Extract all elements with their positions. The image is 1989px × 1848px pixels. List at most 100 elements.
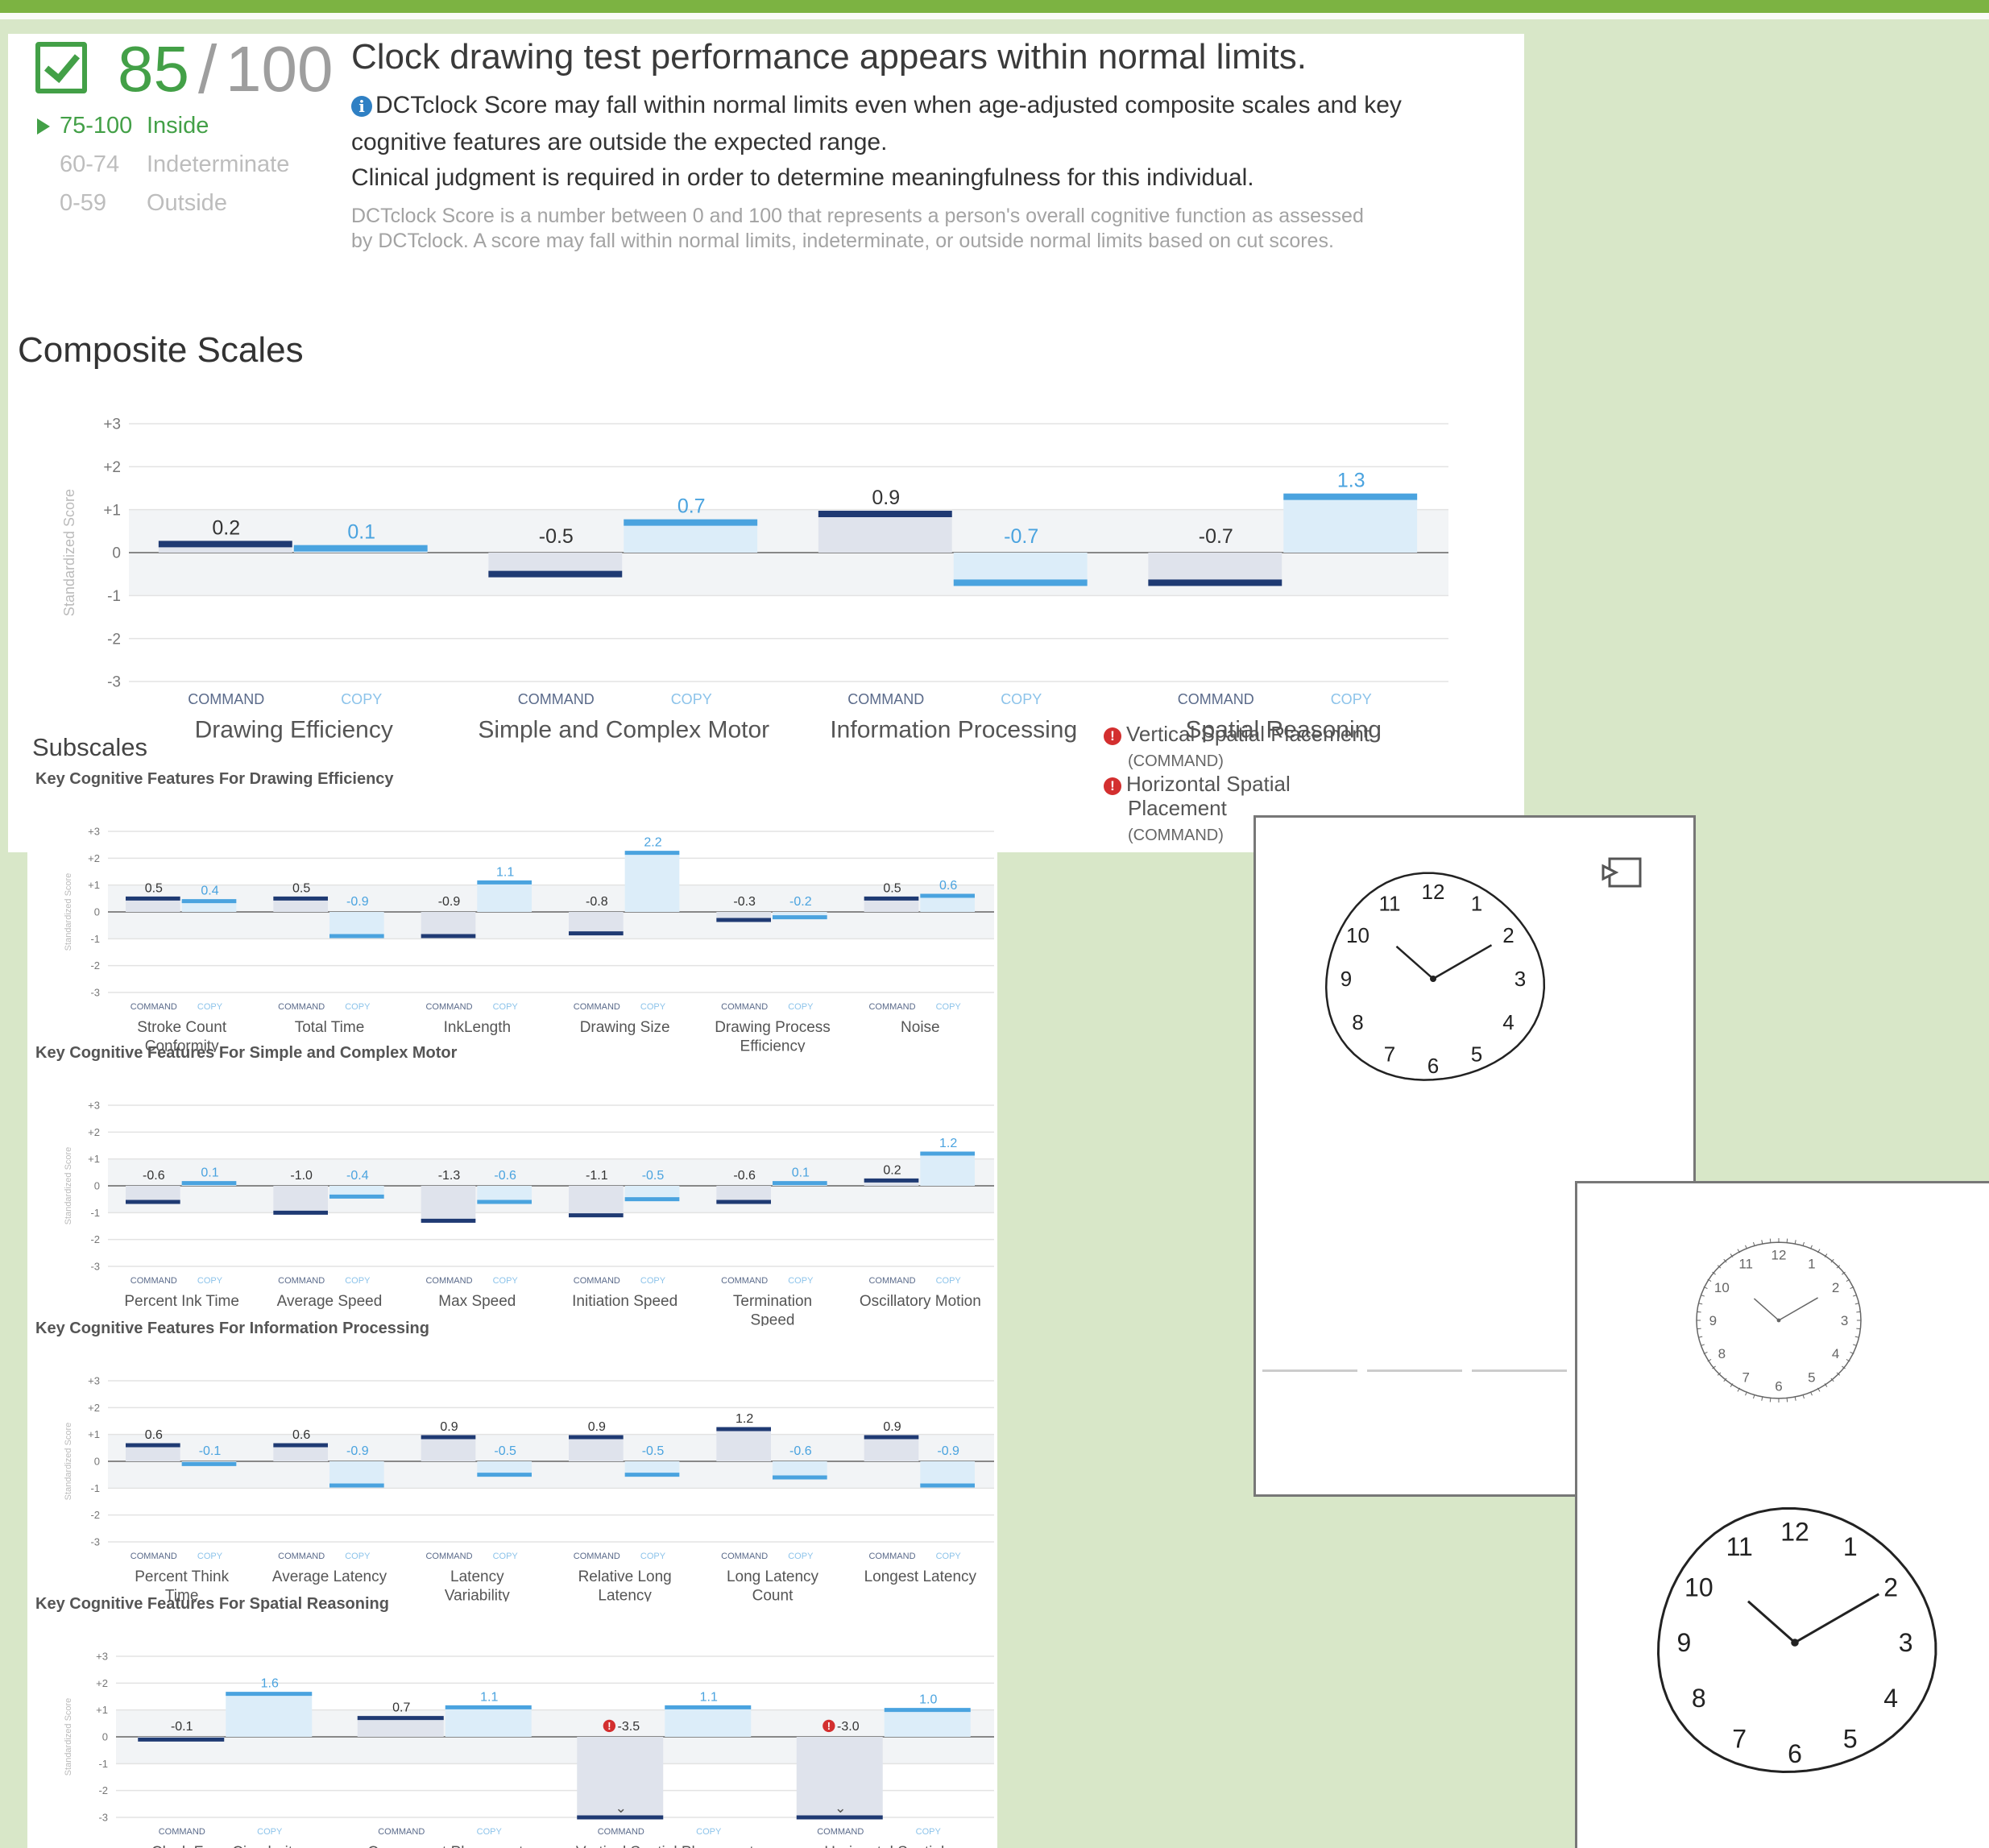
command-bar-fill <box>273 1186 328 1213</box>
command-series-label: COMMAND <box>721 1002 768 1012</box>
copy-value-label: -0.9 <box>937 1444 959 1458</box>
command-value-label: -0.8 <box>586 895 608 909</box>
category-label: Long Latency <box>727 1568 819 1585</box>
range-inside: 75-100 Inside <box>37 113 209 139</box>
category-label: Latency <box>450 1568 504 1585</box>
divider <box>1262 1369 1357 1372</box>
category-label: Speed <box>751 1312 795 1327</box>
category-label: Termination <box>733 1293 812 1310</box>
command-series-label: COMMAND <box>817 1827 864 1837</box>
copy-series-label: COPY <box>640 1002 666 1012</box>
divider <box>1367 1369 1462 1372</box>
composite-scales-title: Composite Scales <box>18 330 304 370</box>
clock-numeral: 11 <box>1738 1256 1753 1271</box>
category-label: Oscillatory Motion <box>860 1293 981 1310</box>
command-value-label: 0.6 <box>292 1428 310 1442</box>
clock-tick <box>1856 1311 1861 1313</box>
clock-numeral: 12 <box>1771 1247 1787 1262</box>
export-icon[interactable] <box>1602 856 1643 889</box>
command-bar-fill <box>421 1186 476 1221</box>
clock-numeral: 3 <box>1515 967 1526 991</box>
command-value-label: -1.0 <box>290 1169 313 1183</box>
y-tick-label: +2 <box>103 459 121 476</box>
y-tick-label: +2 <box>88 852 100 864</box>
clock-numeral: 1 <box>1843 1532 1858 1561</box>
command-value-label: 0.2 <box>212 516 240 539</box>
copy-series-label: COPY <box>1331 691 1372 707</box>
command-series-label: COMMAND <box>159 1827 205 1837</box>
command-bar-fill <box>126 898 180 912</box>
y-tick-label: +2 <box>88 1126 100 1138</box>
warning-icon: ! <box>1104 777 1121 795</box>
headline: Clock drawing test performance appears w… <box>351 37 1307 77</box>
command-value-label: -0.1 <box>171 1720 193 1734</box>
command-value-label: -3.0 <box>837 1720 860 1734</box>
category-label: Information Processing <box>830 717 1077 744</box>
command-bar-fill <box>818 514 952 553</box>
category-label: Total Time <box>295 1019 365 1036</box>
copy-value-label: 0.1 <box>792 1166 810 1180</box>
clock-numeral: 5 <box>1471 1042 1482 1067</box>
clock-numeral: 9 <box>1709 1313 1717 1328</box>
command-series-label: COMMAND <box>574 1276 620 1286</box>
y-tick-label: +3 <box>88 1375 100 1387</box>
copy-value-label: -0.5 <box>642 1444 665 1458</box>
command-series-label: COMMAND <box>131 1276 177 1286</box>
command-clock-drawing: 12 1234567891011 <box>1324 872 1546 1081</box>
note-line-3: Clinical judgment is required in order t… <box>351 164 1254 191</box>
copy-series-label: COPY <box>936 1552 962 1561</box>
y-tick-label: -3 <box>107 674 121 691</box>
command-bar-fill <box>569 1186 624 1216</box>
clock-numeral: 1 <box>1471 892 1482 916</box>
score-value: 85 <box>118 33 189 105</box>
y-tick-label: -2 <box>107 631 121 648</box>
command-bar-fill <box>126 1186 180 1202</box>
triangle-right-icon <box>37 118 50 135</box>
chevron-down-icon: ⌄ <box>835 1800 847 1816</box>
category-label: Average Latency <box>272 1568 387 1585</box>
copy-series-label: COPY <box>197 1552 223 1561</box>
y-tick-label: +1 <box>103 502 121 519</box>
command-value-label: 0.9 <box>883 1420 901 1434</box>
command-value-label: -0.9 <box>438 895 461 909</box>
command-value-label: 0.6 <box>145 1428 163 1442</box>
clock-center <box>1791 1639 1799 1647</box>
copy-bar-fill <box>329 912 384 936</box>
command-series-label: COMMAND <box>278 1552 325 1561</box>
y-tick-label: -3 <box>90 1261 100 1273</box>
command-bar-fill <box>273 1445 328 1461</box>
command-series-label: COMMAND <box>131 1552 177 1561</box>
clock-numeral: 6 <box>1428 1054 1439 1078</box>
y-tick-label: -1 <box>107 588 121 605</box>
clock-numeral: 7 <box>1742 1370 1749 1386</box>
copy-value-label: 1.1 <box>480 1690 498 1704</box>
copy-series-label: COPY <box>477 1827 503 1837</box>
copy-value-label: -0.1 <box>199 1444 222 1458</box>
category-label: Horizontal Spatial <box>824 1844 944 1848</box>
command-value-label: -1.1 <box>586 1169 608 1183</box>
clock-numeral: 10 <box>1714 1280 1730 1295</box>
y-tick-label: +1 <box>88 879 100 891</box>
kcf-title-drawing: Key Cognitive Features For Drawing Effic… <box>35 770 394 788</box>
clock-numeral: 7 <box>1732 1724 1747 1753</box>
copy-bar-fill <box>477 1186 532 1202</box>
warning-vertical-spatial: ! Vertical Spatial Placement <box>1104 722 1370 747</box>
copy-value-label: -0.9 <box>346 1444 369 1458</box>
clock-numeral: 5 <box>1808 1370 1815 1386</box>
copy-bar-fill <box>773 1461 827 1477</box>
y-tick-label: 0 <box>112 545 121 562</box>
command-value-label: 0.5 <box>883 881 901 895</box>
copy-value-label: 1.1 <box>700 1690 718 1704</box>
command-value-label: -0.5 <box>539 525 574 548</box>
y-tick-label: 0 <box>94 1180 100 1192</box>
copy-series-label: COPY <box>197 1002 223 1012</box>
copy-series-label: COPY <box>696 1827 722 1837</box>
command-series-label: COMMAND <box>574 1002 620 1012</box>
hour-hand <box>1395 945 1434 980</box>
command-series-label: COMMAND <box>598 1827 644 1837</box>
top-accent-bar <box>0 0 1989 13</box>
command-series-label: COMMAND <box>868 1002 915 1012</box>
clock-numeral: 8 <box>1692 1684 1706 1713</box>
y-tick-label: -3 <box>90 1536 100 1548</box>
category-label: Drawing Process <box>715 1019 831 1036</box>
